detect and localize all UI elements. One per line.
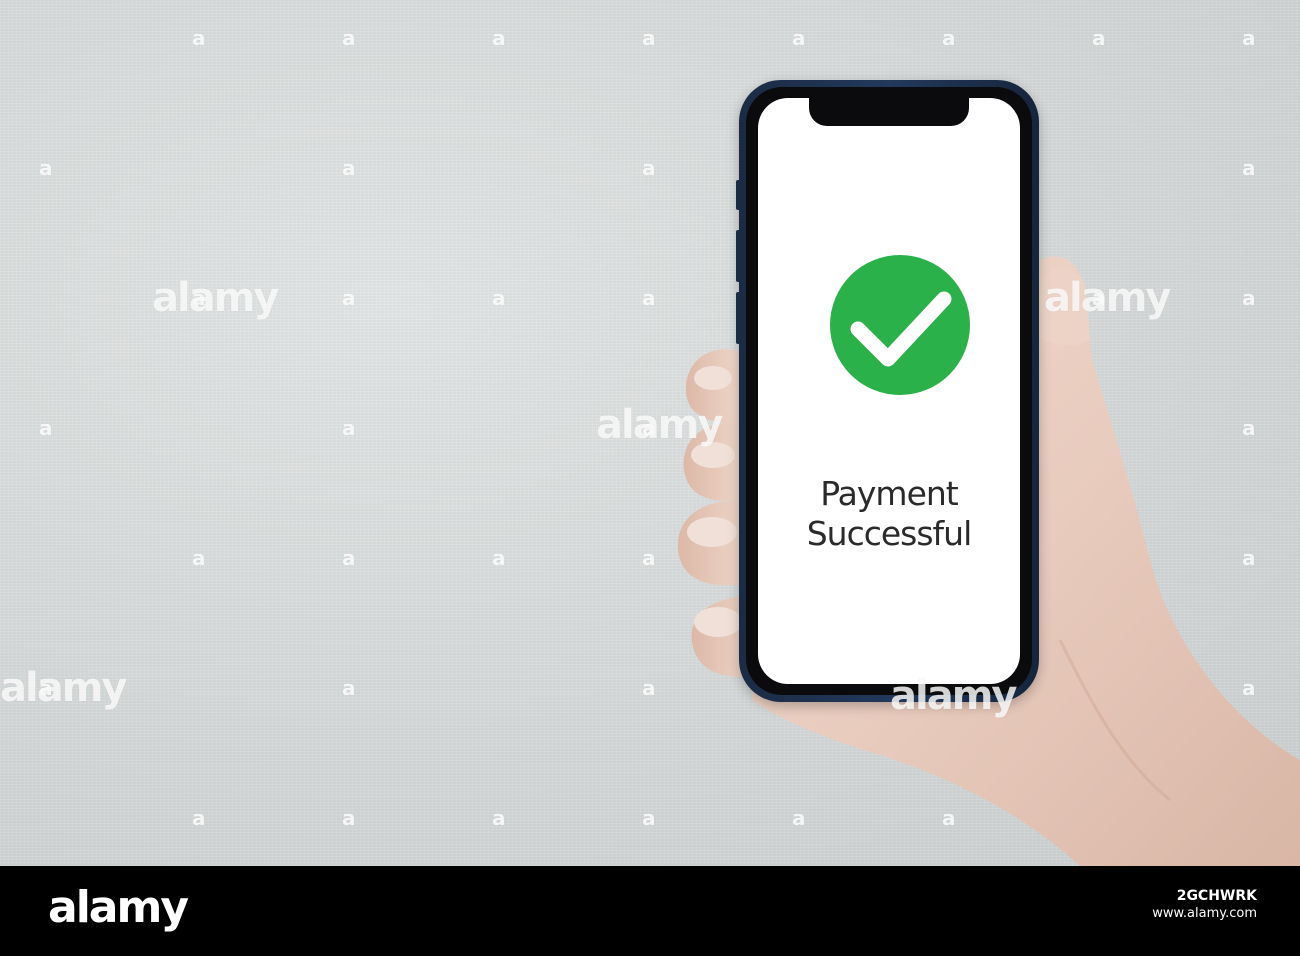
check-circle-icon [830,255,970,395]
phone-bezel: Payment Successful [746,87,1032,695]
watermark-word: alamy [0,665,127,711]
volume-button [736,180,740,210]
volume-button [736,230,740,282]
notch [809,98,969,126]
watermark-word: alamy [890,673,1017,719]
alamy-logo: alamy [48,882,189,933]
phone-screen: Payment Successful [758,98,1020,684]
image-id: 2GCHWRK [1176,888,1257,904]
image-id-block: 2GCHWRK www.alamy.com [1152,888,1257,922]
smartphone: Payment Successful [736,80,1039,702]
status-line-2: Successful [806,514,973,553]
footer-bar: alamy 2GCHWRK www.alamy.com [0,866,1300,956]
site-url: www.alamy.com [1152,905,1257,921]
volume-button [736,292,740,344]
payment-status-text: Payment Successful [758,474,1020,554]
status-line-1: Payment [820,474,958,513]
watermark-word: alamy [596,402,723,448]
watermark-word: alamy [1044,275,1171,321]
watermark-word: alamy [152,275,279,321]
photo: aaaaaaaaaaaaaaaaaaaaaaaaaaaaaaaaaaaaaaaa… [0,0,1300,866]
